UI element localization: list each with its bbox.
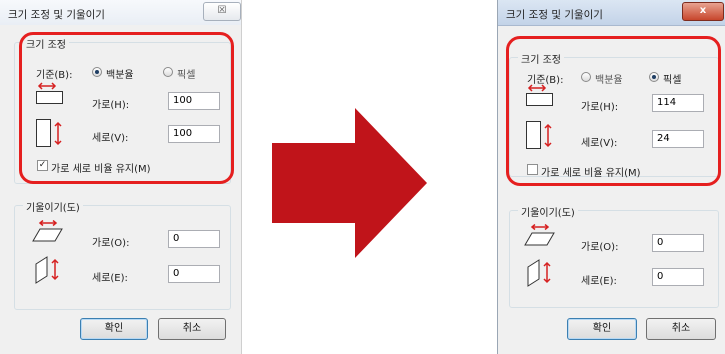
skew-horizontal-label: 가로(O): xyxy=(92,238,130,249)
ok-button[interactable]: 확인 xyxy=(567,318,637,340)
skew-horizontal-input[interactable]: 0 xyxy=(168,230,220,248)
dialog-title: 크기 조정 및 기울이기 xyxy=(8,9,105,21)
skew-horizontal-icon xyxy=(32,220,63,242)
close-button[interactable]: x xyxy=(682,2,724,21)
skew-vertical-label: 세로(E): xyxy=(581,276,617,287)
skew-vertical-label: 세로(E): xyxy=(92,273,128,284)
skew-group-label: 기울이기(도) xyxy=(23,199,83,214)
title-bar: 크기 조정 및 기울이기 x xyxy=(498,0,725,26)
skew-vertical-input[interactable]: 0 xyxy=(168,265,220,283)
skew-group-label: 기울이기(도) xyxy=(518,204,578,219)
transition-arrow-icon xyxy=(272,108,427,258)
dialog-title: 크기 조정 및 기울이기 xyxy=(506,9,603,21)
skew-horizontal-label: 가로(O): xyxy=(581,242,619,253)
close-button[interactable]: ☒ xyxy=(203,2,241,21)
ok-button[interactable]: 확인 xyxy=(80,318,148,340)
cancel-button[interactable]: 취소 xyxy=(158,318,226,340)
skew-vertical-icon xyxy=(35,256,59,284)
highlight-box-after xyxy=(506,36,721,186)
highlight-box-before xyxy=(19,32,234,184)
skew-vertical-icon xyxy=(527,259,551,287)
cancel-button[interactable]: 취소 xyxy=(646,318,716,340)
skew-horizontal-icon xyxy=(524,224,555,246)
title-bar: 크기 조정 및 기울이기 ☒ xyxy=(0,0,241,25)
skew-horizontal-input[interactable]: 0 xyxy=(652,234,704,252)
skew-vertical-input[interactable]: 0 xyxy=(652,268,704,286)
